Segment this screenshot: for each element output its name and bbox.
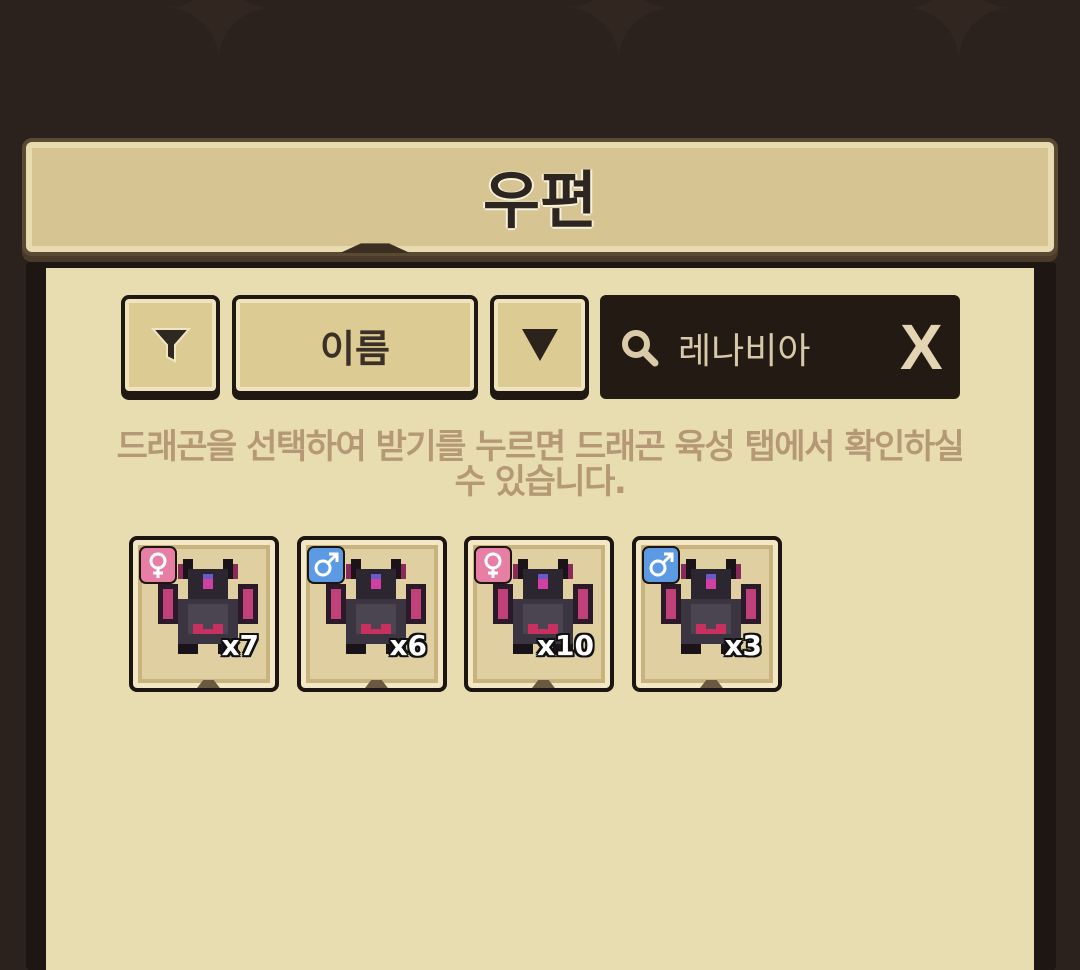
item-count: x3 xyxy=(724,629,762,662)
hint-line-1: 드래곤을 선택하여 받기를 누르면 드래곤 육성 탭에서 확인하실 xyxy=(116,427,965,467)
female-icon xyxy=(139,546,177,584)
filter-button[interactable] xyxy=(121,295,220,395)
sort-field-label: 이름 xyxy=(320,326,390,371)
male-icon xyxy=(642,546,680,584)
search-icon xyxy=(622,330,659,367)
mail-item-slot[interactable]: x3 xyxy=(632,536,782,692)
page-title: 우편 xyxy=(482,164,598,237)
search-value[interactable]: 레나비아 xyxy=(678,322,810,374)
background-decoration: ✦ xyxy=(900,0,1018,93)
female-icon xyxy=(474,546,512,584)
background-decoration: ✦ xyxy=(560,0,678,93)
clear-search-button[interactable]: X xyxy=(900,312,943,382)
funnel-icon xyxy=(150,328,191,363)
slot-notch xyxy=(530,680,557,688)
background-decoration: ✦ xyxy=(160,0,278,93)
item-count: x10 xyxy=(536,629,594,662)
hint-line-2: 수 있습니다. xyxy=(454,462,627,502)
male-icon xyxy=(307,546,345,584)
item-count: x7 xyxy=(221,629,259,662)
slot-notch xyxy=(363,680,390,688)
item-count: x6 xyxy=(389,629,427,662)
sort-field-button[interactable]: 이름 xyxy=(232,295,478,395)
mail-item-slot[interactable]: x10 xyxy=(464,536,614,692)
mail-item-slot[interactable]: x6 xyxy=(297,536,447,692)
triangle-down-icon xyxy=(521,329,558,361)
mail-item-slot[interactable]: x7 xyxy=(129,536,279,692)
slot-notch xyxy=(698,680,725,688)
mail-hint-text: 드래곤을 선택하여 받기를 누르면 드래곤 육성 탭에서 확인하실 수 있습니다… xyxy=(110,430,970,500)
sort-order-button[interactable] xyxy=(490,295,589,395)
slot-notch xyxy=(195,680,222,688)
